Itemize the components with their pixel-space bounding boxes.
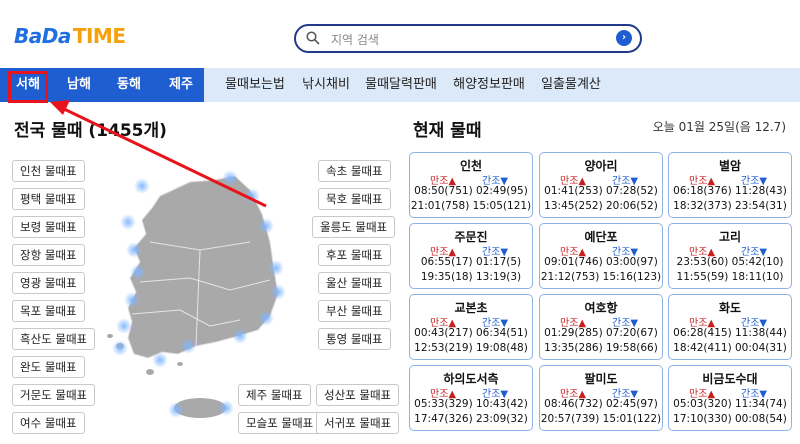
tab-east-sea[interactable]: 동해	[108, 68, 150, 102]
btn-yeosu-tide[interactable]: 여수 물때표	[12, 412, 85, 434]
tide-times-row-1: 08:50(751) 02:49(95)	[414, 185, 528, 197]
tide-card[interactable]: 비금도수대 만조▲ 간조▼ 05:03(320) 11:34(74) 17:10(330…	[668, 365, 792, 431]
btn-moseulpo-tide[interactable]: 모슬포 물때표	[238, 412, 322, 434]
btn-wando-tide[interactable]: 완도 물때표	[12, 356, 85, 378]
nav-link-ocean-info-sale[interactable]: 해양정보판매	[450, 68, 528, 102]
btn-mukho-tide[interactable]: 묵호 물때표	[318, 188, 391, 210]
station-name: 비금도수대	[702, 372, 758, 386]
national-tide-title: 전국 물때 (1455개)	[14, 121, 167, 141]
btn-busan-tide[interactable]: 부산 물때표	[318, 300, 391, 322]
tide-card[interactable]: 양아리 만조▲ 간조▼ 01:41(253) 07:28(52) 13:45(252) …	[539, 152, 663, 218]
logo[interactable]: BaDa TIME	[14, 24, 126, 48]
btn-boryeong-tide[interactable]: 보령 물때표	[12, 216, 85, 238]
station-name: 하의도서측	[443, 372, 499, 386]
btn-hupo-tide[interactable]: 후포 물때표	[318, 244, 391, 266]
btn-jeju-tide[interactable]: 제주 물때표	[238, 384, 311, 406]
tide-times-row-1: 01:29(285) 07:20(67)	[544, 327, 658, 339]
station-name: 여호항	[584, 301, 618, 315]
tide-times-row-2: 21:12(753) 15:16(123)	[540, 271, 662, 283]
nav-link-fishing-rig[interactable]: 낚시채비	[300, 68, 352, 102]
main-nav: 서해 남해 동해 제주 물때보는법 낚시채비 물때달력판매 해양정보판매 일출물…	[0, 68, 800, 102]
tide-times-row-2: 12:53(219) 19:08(48)	[414, 342, 528, 354]
btn-heuksando-tide[interactable]: 흑산도 물때표	[12, 328, 96, 350]
tide-card[interactable]: 화도 만조▲ 간조▼ 06:28(415) 11:38(44) 18:42(411) 0…	[668, 294, 792, 360]
tide-times-row-1: 08:46(732) 02:45(97)	[544, 398, 658, 410]
tide-card[interactable]: 교본초 만조▲ 간조▼ 00:43(217) 06:34(51) 12:53(219) …	[409, 294, 533, 360]
station-name: 예단포	[584, 230, 618, 244]
tide-card[interactable]: 인천 만조▲ 간조▼ 08:50(751) 02:49(95) 21:01(758) 1…	[409, 152, 533, 218]
search-icon	[306, 31, 320, 45]
tide-card[interactable]: 여호항 만조▲ 간조▼ 01:29(285) 07:20(67) 13:35(286) …	[539, 294, 663, 360]
tide-times-row-1: 05:03(320) 11:34(74)	[673, 398, 787, 410]
tide-times-row-2: 19:35(18) 13:19(3)	[420, 271, 522, 283]
tide-card[interactable]: 별암 만조▲ 간조▼ 06:18(376) 11:28(43) 18:32(373) 2…	[668, 152, 792, 218]
station-name: 교본초	[454, 301, 488, 315]
highlight-box	[8, 71, 48, 103]
btn-seogwipo-tide[interactable]: 서귀포 물때표	[316, 412, 400, 434]
current-date: 오늘 01월 25일(음 12.7)	[652, 120, 786, 134]
logo-bada: BaDa	[14, 24, 71, 48]
tide-card[interactable]: 고리 만조▲ 간조▼ 23:53(60) 05:42(10) 11:55(59) 18:…	[668, 223, 792, 289]
tide-times-row-2: 18:32(373) 23:54(31)	[673, 200, 787, 212]
btn-tongyeong-tide[interactable]: 통영 물때표	[318, 328, 391, 350]
btn-mokpo-tide[interactable]: 목포 물때표	[12, 300, 85, 322]
btn-janghang-tide[interactable]: 장항 물때표	[12, 244, 85, 266]
search-input[interactable]: 지역 검색	[331, 31, 379, 48]
tide-times-row-2: 17:10(330) 00:08(54)	[673, 413, 787, 425]
logo-time: TIME	[72, 24, 126, 48]
tide-times-row-2: 20:57(739) 15:01(122)	[540, 413, 662, 425]
tide-card[interactable]: 하의도서측 만조▲ 간조▼ 05:33(329) 10:43(42) 17:47(326…	[409, 365, 533, 431]
btn-ulsan-tide[interactable]: 울산 물때표	[318, 272, 391, 294]
tide-card[interactable]: 예단포 만조▲ 간조▼ 09:01(746) 03:00(97) 21:12(753) …	[539, 223, 663, 289]
station-name: 화도	[718, 301, 742, 315]
tab-south-sea[interactable]: 남해	[58, 68, 100, 102]
nav-link-how-to[interactable]: 물때보는법	[224, 68, 286, 102]
tab-jeju[interactable]: 제주	[160, 68, 202, 102]
tide-times-row-2: 17:47(326) 23:09(32)	[414, 413, 528, 425]
national-map-area: 인천 물때표 평택 물때표 보령 물때표 장항 물때표 영광 물때표 목포 물때…	[0, 150, 400, 444]
nav-link-sunrise-calc[interactable]: 일출물계산	[538, 68, 604, 102]
mainland-shape	[127, 175, 279, 359]
tide-times-row-1: 00:43(217) 06:34(51)	[414, 327, 528, 339]
tide-times-row-1: 01:41(253) 07:28(52)	[544, 185, 658, 197]
tide-times-row-1: 23:53(60) 05:42(10)	[676, 256, 784, 268]
btn-geomundo-tide[interactable]: 거문도 물때표	[12, 384, 96, 406]
btn-sokcho-tide[interactable]: 속초 물때표	[318, 160, 391, 182]
tide-times-row-2: 11:55(59) 18:11(10)	[676, 271, 784, 283]
tide-times-row-2: 13:45(252) 20:06(52)	[544, 200, 658, 212]
btn-ulleungdo-tide[interactable]: 울릉도 물때표	[312, 216, 396, 238]
btn-pyeongtaek-tide[interactable]: 평택 물때표	[12, 188, 85, 210]
tide-times-row-1: 06:28(415) 11:38(44)	[673, 327, 787, 339]
station-name: 팔미도	[584, 372, 618, 386]
tide-times-row-1: 06:55(17) 01:17(5)	[420, 256, 522, 268]
tide-card[interactable]: 팔미도 만조▲ 간조▼ 08:46(732) 02:45(97) 20:57(739) …	[539, 365, 663, 431]
tide-times-row-2: 21:01(758) 15:05(121)	[410, 200, 532, 212]
btn-incheon-tide[interactable]: 인천 물때표	[12, 160, 85, 182]
station-name: 인천	[459, 159, 483, 173]
search-go-icon[interactable]: ›	[616, 30, 632, 46]
btn-yeonggwang-tide[interactable]: 영광 물때표	[12, 272, 85, 294]
current-tide-title: 현재 물때	[413, 121, 482, 141]
station-name: 고리	[718, 230, 742, 244]
tide-times-row-2: 18:42(411) 00:04(31)	[673, 342, 787, 354]
station-name: 별암	[718, 159, 742, 173]
station-name: 주문진	[454, 230, 488, 244]
tide-times-row-1: 06:18(376) 11:28(43)	[673, 185, 787, 197]
tide-card[interactable]: 주문진 만조▲ 간조▼ 06:55(17) 01:17(5) 19:35(18) 13:…	[409, 223, 533, 289]
tide-times-row-2: 13:35(286) 19:58(66)	[544, 342, 658, 354]
btn-seongsanpo-tide[interactable]: 성산포 물때표	[316, 384, 400, 406]
search-bar[interactable]: 지역 검색 ›	[294, 24, 642, 53]
nav-link-calendar-sale[interactable]: 물때달력판매	[362, 68, 440, 102]
station-name: 양아리	[584, 159, 618, 173]
tide-times-row-1: 05:33(329) 10:43(42)	[414, 398, 528, 410]
tide-times-row-1: 09:01(746) 03:00(97)	[544, 256, 658, 268]
header: BaDa TIME 지역 검색 ›	[0, 0, 800, 68]
